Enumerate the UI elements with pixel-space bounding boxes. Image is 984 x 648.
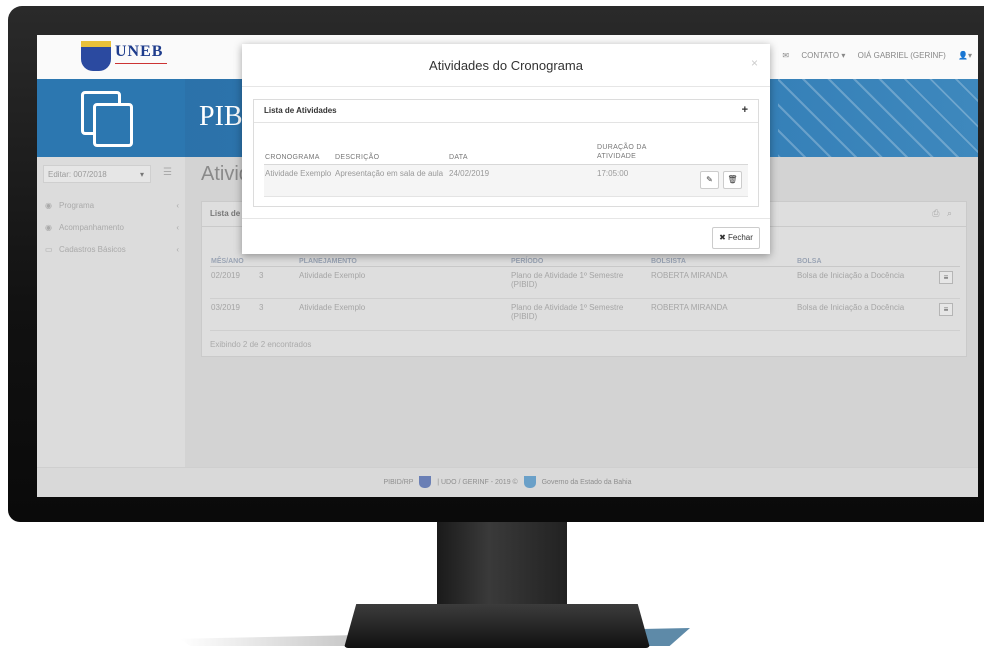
modal-title: Atividades do Cronograma [429, 58, 583, 73]
delete-button[interactable]: 🗑 [723, 171, 742, 189]
monitor-base [344, 604, 650, 648]
close-x-icon: ✖ [719, 233, 726, 242]
col-descricao: DESCRIÇÃO [334, 138, 448, 165]
cronograma-modal: Atividades do Cronograma × Lista de Ativ… [242, 44, 770, 254]
trash-icon: 🗑 [727, 175, 738, 184]
monitor-frame: UNEB ✉ CONTATO ▾ OIÁ GABRIEL (GERINF) 👤▾… [8, 6, 984, 522]
close-icon[interactable]: × [751, 56, 758, 70]
fechar-button[interactable]: ✖ Fechar [712, 227, 760, 249]
activities-panel: Lista de Atividades + CRONOGRAMA DESCRIÇ… [253, 99, 759, 207]
col-data: DATA [448, 138, 596, 165]
edit-icon: ✎ [706, 175, 713, 184]
table-row: Atividade Exemplo Apresentação em sala d… [264, 164, 748, 197]
col-duracao: DURAÇÃO DA ATIVIDADE [596, 138, 688, 165]
col-cronograma: CRONOGRAMA [264, 138, 334, 165]
activities-table: CRONOGRAMA DESCRIÇÃO DATA DURAÇÃO DA ATI… [264, 138, 748, 197]
edit-button[interactable]: ✎ [700, 171, 719, 189]
activities-panel-title: Lista de Atividades [264, 106, 337, 115]
add-icon[interactable]: + [742, 104, 748, 116]
screen: UNEB ✉ CONTATO ▾ OIÁ GABRIEL (GERINF) 👤▾… [37, 35, 978, 497]
